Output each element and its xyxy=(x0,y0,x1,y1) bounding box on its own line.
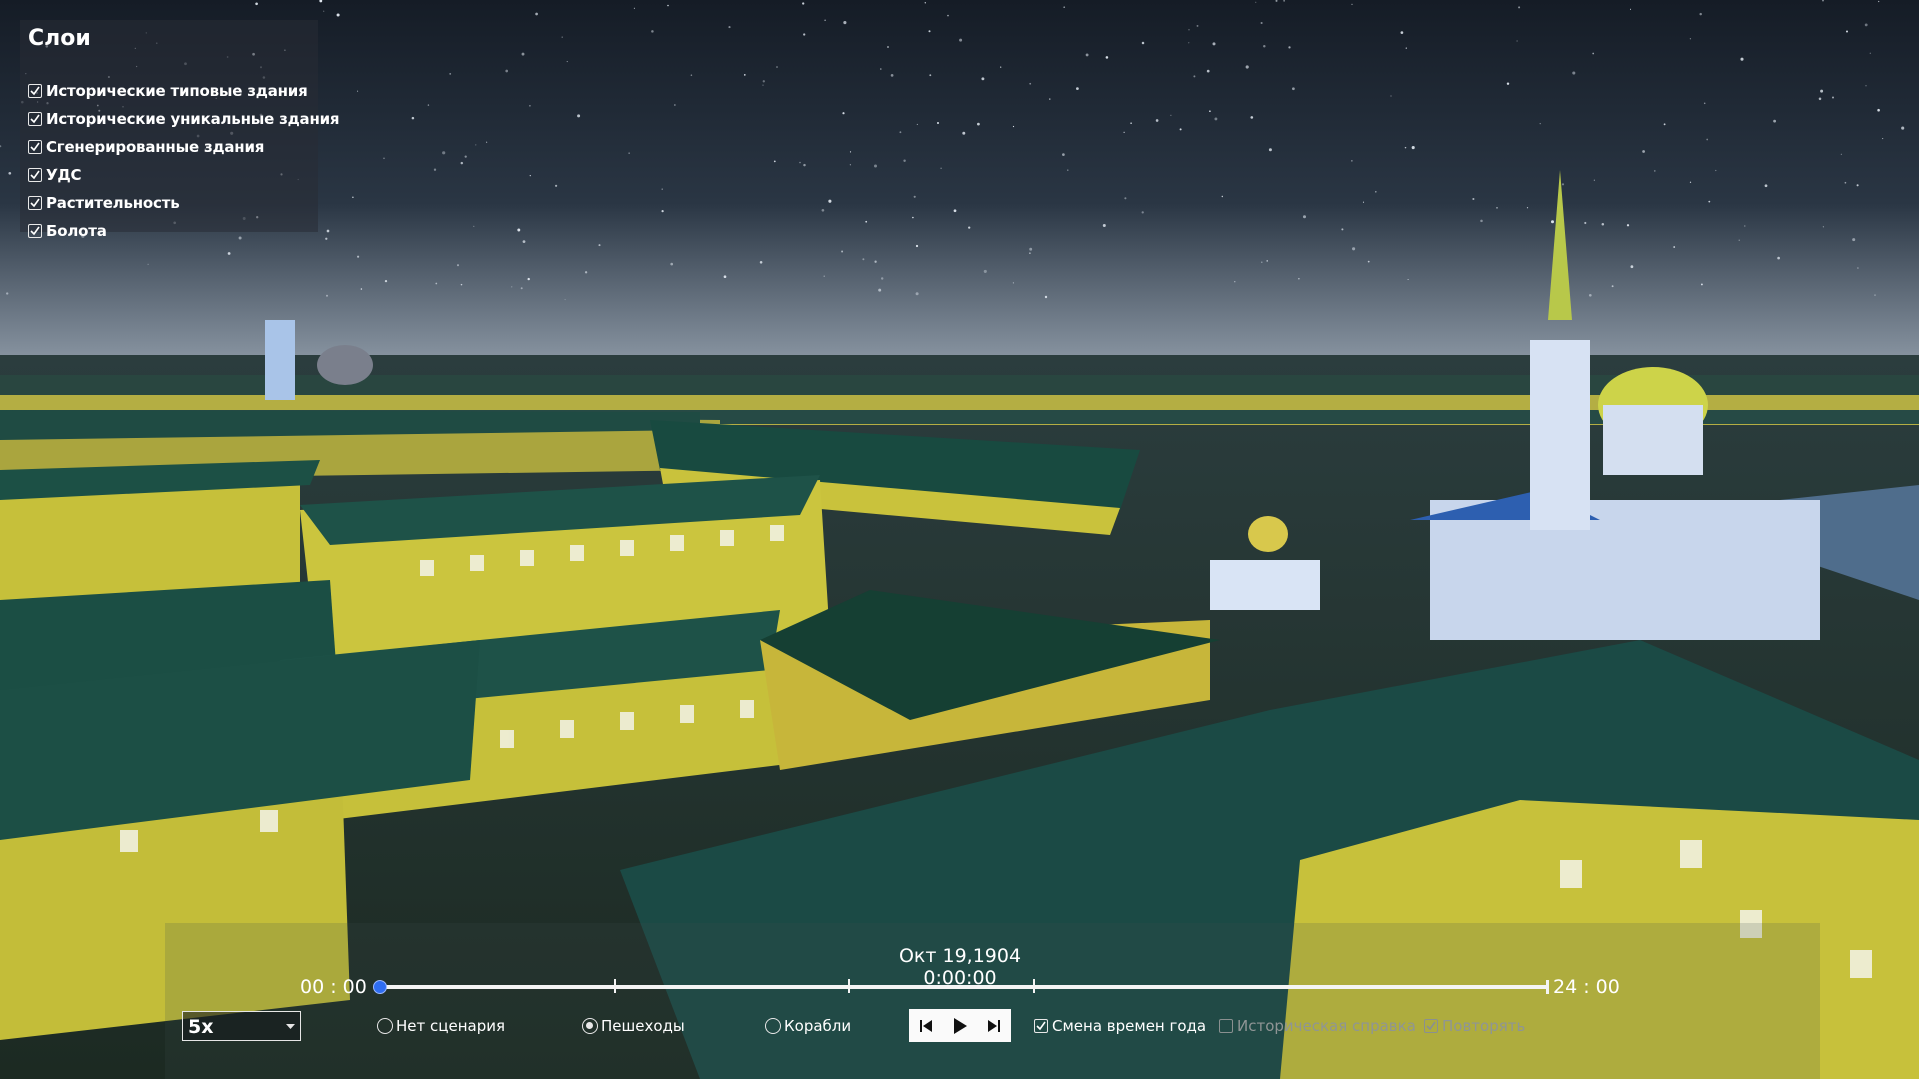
checkbox-checked-icon[interactable] xyxy=(28,224,42,238)
radio-unchecked-icon[interactable] xyxy=(377,1018,393,1034)
layer-label: Сгенерированные здания xyxy=(46,138,265,156)
scenario-label: Пешеходы xyxy=(601,1017,685,1035)
timeline-tick xyxy=(614,979,616,993)
checkbox-checked-icon[interactable] xyxy=(28,84,42,98)
layer-uds[interactable]: УДС xyxy=(28,164,82,186)
layer-label: Растительность xyxy=(46,194,180,212)
skip-forward-button[interactable] xyxy=(977,1009,1011,1042)
radio-checked-icon[interactable] xyxy=(582,1018,598,1034)
timeline-tick xyxy=(848,979,850,993)
layer-historical-unique[interactable]: Исторические уникальные здания xyxy=(28,108,340,130)
layer-label: Болота xyxy=(46,222,107,240)
timeline-thumb[interactable] xyxy=(373,980,387,994)
checkbox-checked-icon[interactable] xyxy=(28,140,42,154)
checkbox-checked-icon[interactable] xyxy=(28,168,42,182)
layer-label: Исторические типовые здания xyxy=(46,82,308,100)
play-icon xyxy=(954,1017,967,1034)
option-label: Смена времен года xyxy=(1052,1017,1207,1035)
speed-dropdown[interactable]: 5x xyxy=(182,1011,301,1041)
playback-buttons xyxy=(909,1009,1011,1042)
scenario-none-radio[interactable]: Нет сценария xyxy=(377,1017,505,1035)
scenario-ships-radio[interactable]: Корабли xyxy=(765,1017,851,1035)
timeline-end-marker xyxy=(1546,980,1549,994)
repeat-checkbox[interactable]: Повторять xyxy=(1424,1017,1525,1035)
skip-back-icon xyxy=(920,1019,932,1032)
skip-forward-icon xyxy=(988,1019,1000,1032)
timeline-tick xyxy=(1033,979,1035,993)
checkbox-unchecked-icon[interactable] xyxy=(1219,1019,1233,1033)
layer-historical-typical[interactable]: Исторические типовые здания xyxy=(28,80,308,102)
layers-panel: Слои Исторические типовые здания Историч… xyxy=(20,20,340,240)
layer-label: УДС xyxy=(46,166,82,184)
speed-value: 5x xyxy=(188,1016,214,1038)
dropdown-arrow-icon xyxy=(286,1024,295,1029)
timeline-end-label: 24 : 00 xyxy=(1553,976,1620,998)
historical-info-checkbox[interactable]: Историческая справка xyxy=(1219,1017,1416,1035)
timeline-start-label: 00 : 00 xyxy=(300,976,367,998)
scenario-pedestrians-radio[interactable]: Пешеходы xyxy=(582,1017,685,1035)
checkbox-checked-icon[interactable] xyxy=(1424,1019,1438,1033)
layer-swamps[interactable]: Болота xyxy=(28,220,107,242)
option-label: Повторять xyxy=(1442,1017,1526,1035)
current-date-label: Окт 19,1904 0:00:00 xyxy=(898,945,1022,989)
checkbox-checked-icon[interactable] xyxy=(28,112,42,126)
layer-generated[interactable]: Сгенерированные здания xyxy=(28,136,264,158)
season-change-checkbox[interactable]: Смена времен года xyxy=(1034,1017,1206,1035)
checkbox-checked-icon[interactable] xyxy=(28,196,42,210)
layer-vegetation[interactable]: Растительность xyxy=(28,192,180,214)
radio-unchecked-icon[interactable] xyxy=(765,1018,781,1034)
scenario-label: Нет сценария xyxy=(396,1017,505,1035)
layer-label: Исторические уникальные здания xyxy=(46,110,340,128)
layers-title: Слои xyxy=(28,26,91,51)
play-button[interactable] xyxy=(943,1009,977,1042)
checkbox-checked-icon[interactable] xyxy=(1034,1019,1048,1033)
timeline-slider[interactable] xyxy=(379,979,1549,993)
option-label: Историческая справка xyxy=(1237,1017,1416,1035)
skip-back-button[interactable] xyxy=(909,1009,943,1042)
scenario-label: Корабли xyxy=(784,1017,852,1035)
